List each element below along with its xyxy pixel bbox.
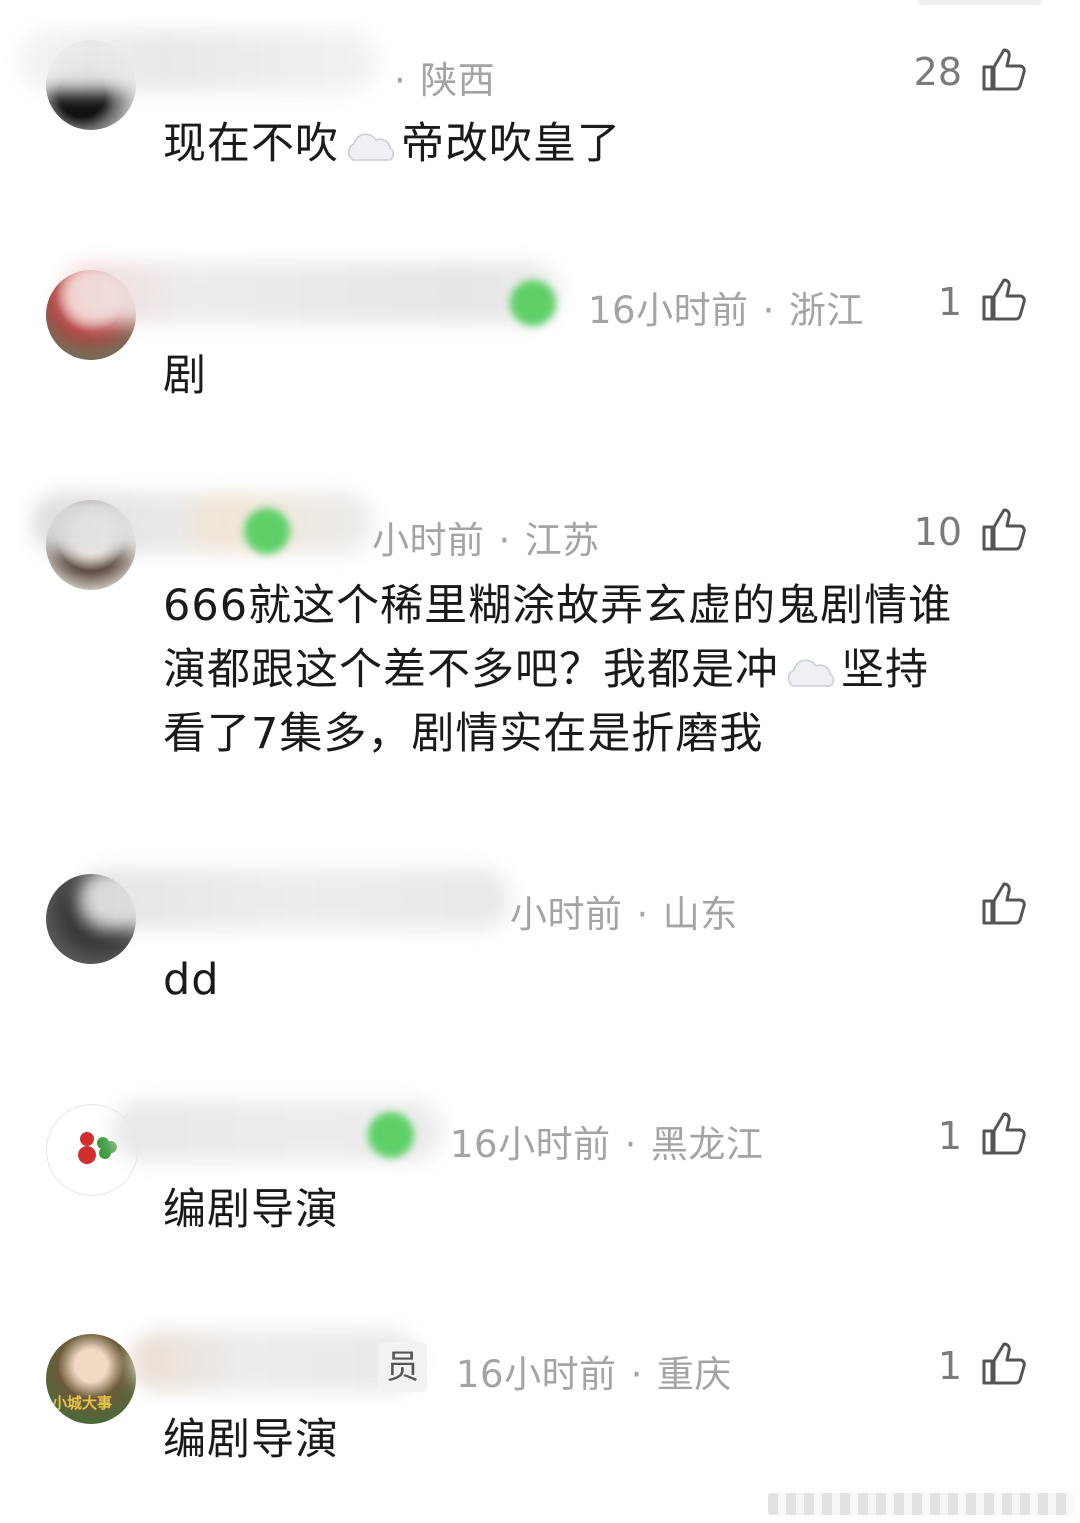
cloud-emoji-icon bbox=[347, 133, 395, 161]
comment-meta: 16小时前 · 黑龙江 bbox=[450, 1114, 763, 1168]
member-badge bbox=[368, 1112, 414, 1158]
comment-meta: 16小时前 · 浙江 bbox=[588, 280, 864, 334]
comment-text: dd bbox=[163, 955, 220, 1005]
username-blurred[interactable] bbox=[18, 30, 378, 92]
comment-text: 现在不吹 帝改吹皇了 bbox=[163, 112, 1043, 176]
time-label: 16小时前 bbox=[588, 289, 749, 332]
like-count: 1 bbox=[937, 280, 962, 324]
comment-text: 编剧导演 bbox=[163, 1415, 339, 1465]
role-tag: 员 bbox=[378, 1342, 427, 1392]
thumbs-up-icon[interactable] bbox=[980, 1110, 1028, 1158]
location-label: 山东 bbox=[662, 893, 738, 936]
separator: · bbox=[630, 1353, 643, 1396]
thumbs-up-icon[interactable] bbox=[980, 1340, 1028, 1388]
separator: · bbox=[636, 893, 649, 936]
time-label: 16小时前 bbox=[450, 1123, 611, 1166]
time-label: 小时前 bbox=[510, 893, 623, 936]
comment-meta: 16小时前 · 重庆 bbox=[456, 1344, 732, 1398]
text-line: 666就这个稀里糊涂故弄玄虚的鬼剧情谁 bbox=[163, 581, 953, 631]
comment-meta: · 陕西 bbox=[380, 50, 495, 104]
cloud-emoji-icon bbox=[787, 659, 835, 687]
comment-text: 666就这个稀里糊涂故弄玄虚的鬼剧情谁 演都跟这个差不多吧？我都是冲 坚持 看了7… bbox=[163, 574, 1043, 766]
location-label: 重庆 bbox=[656, 1353, 732, 1396]
like-count: 1 bbox=[937, 1344, 962, 1388]
avatar-caption: 小城大事 bbox=[52, 1394, 113, 1412]
username-blurred[interactable] bbox=[78, 868, 510, 930]
text-segment: 现在不吹 bbox=[163, 119, 339, 169]
like-count: 10 bbox=[913, 510, 962, 554]
like-count: 1 bbox=[937, 1114, 962, 1158]
member-badge bbox=[244, 508, 290, 554]
watermark-bar bbox=[768, 1493, 1074, 1515]
member-badge bbox=[510, 280, 556, 326]
avatar[interactable]: 小城大事 bbox=[46, 1334, 136, 1424]
location-label: 黑龙江 bbox=[650, 1123, 764, 1166]
location-label: 陕西 bbox=[420, 59, 496, 102]
username-blurred[interactable] bbox=[32, 492, 374, 554]
thumbs-up-icon[interactable] bbox=[980, 506, 1028, 554]
comment-text: 剧 bbox=[163, 351, 207, 401]
text-segment: 帝改吹皇了 bbox=[401, 119, 621, 169]
comment-meta: 小时前 · 江苏 bbox=[372, 510, 600, 564]
separator: · bbox=[394, 59, 407, 102]
text-segment: 演都跟这个差不多吧？我都是冲 bbox=[163, 645, 779, 695]
thumbs-up-icon[interactable] bbox=[980, 46, 1028, 94]
text-line: 演都跟这个差不多吧？我都是冲 坚持 bbox=[163, 638, 1043, 702]
location-label: 江苏 bbox=[524, 519, 600, 562]
time-label: 16小时前 bbox=[456, 1353, 617, 1396]
separator: · bbox=[624, 1123, 637, 1166]
comment-text: 编剧导演 bbox=[163, 1185, 339, 1235]
username-blurred[interactable] bbox=[62, 262, 560, 324]
thumbs-up-icon[interactable] bbox=[980, 880, 1028, 928]
time-label: 小时前 bbox=[372, 519, 485, 562]
like-count: 28 bbox=[913, 50, 962, 94]
separator: · bbox=[498, 519, 511, 562]
text-segment: 坚持 bbox=[841, 645, 929, 695]
location-label: 浙江 bbox=[788, 289, 864, 332]
thumbs-up-icon[interactable] bbox=[980, 276, 1028, 324]
comment-meta: 小时前 · 山东 bbox=[510, 884, 738, 938]
text-line: 看了7集多，剧情实在是折磨我 bbox=[163, 709, 764, 759]
separator: · bbox=[762, 289, 775, 332]
top-scrollbar[interactable] bbox=[918, 0, 1042, 5]
username-blurred[interactable] bbox=[130, 1330, 420, 1392]
